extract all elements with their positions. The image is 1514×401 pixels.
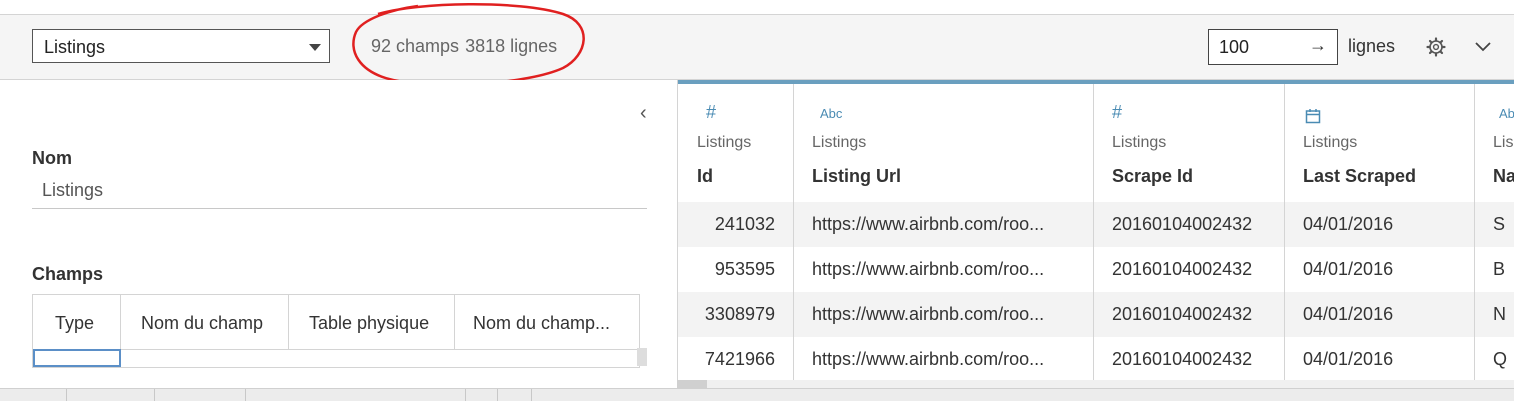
table-cell: B — [1493, 259, 1506, 279]
bottom-tab[interactable] — [245, 389, 466, 401]
scrollbar-thumb[interactable] — [677, 380, 707, 388]
column-name: Na — [1493, 166, 1514, 186]
source-table-select[interactable]: Listings — [32, 29, 330, 63]
column-name: Listing Url — [812, 166, 901, 186]
table-cell: 20160104002432 — [1094, 292, 1284, 337]
table-cell: 241032 — [678, 202, 793, 247]
table-name-field[interactable]: Listings — [32, 174, 647, 209]
table-name-value: Listings — [42, 180, 104, 200]
bottom-tab-bar — [0, 388, 1514, 401]
column-source: Listings — [1303, 134, 1358, 151]
rows-limit-input[interactable]: 100 → — [1208, 29, 1338, 65]
table-cell: 20160104002432 — [1112, 349, 1253, 369]
header-field-name[interactable]: Nom du champ — [121, 295, 289, 349]
column-source: Lis — [1493, 134, 1514, 151]
table-cell: 04/01/2016 — [1285, 292, 1474, 337]
table-cell: S — [1475, 202, 1514, 247]
rows-label: lignes — [1348, 36, 1396, 56]
bottom-tab[interactable] — [154, 389, 246, 401]
fields-table: Type Nom du champ Table physique Nom du … — [32, 294, 640, 368]
table-cell: 20160104002432 — [1112, 259, 1253, 279]
table-cell: 04/01/2016 — [1303, 349, 1394, 369]
column-header[interactable]: Listings Last Scraped — [1285, 84, 1474, 203]
number-type-icon[interactable]: # — [1112, 102, 1122, 123]
table-cell: 04/01/2016 — [1285, 202, 1474, 247]
grid-horizontal-scrollbar[interactable] — [677, 380, 1514, 388]
header-type[interactable]: Type — [33, 295, 121, 349]
header-remote-field-name[interactable]: Nom du champ... — [455, 295, 639, 349]
table-cell: Q — [1493, 349, 1508, 369]
fields-table-scrollbar[interactable] — [637, 348, 647, 366]
number-type-icon[interactable]: # — [706, 102, 716, 123]
name-label: Nom — [32, 148, 72, 168]
column-name: Id — [697, 166, 713, 186]
apply-arrow-icon[interactable]: → — [1309, 35, 1327, 56]
column-name: Scrape Id — [1112, 166, 1194, 186]
table-cell: https://www.airbnb.com/roo... — [794, 292, 1093, 337]
table-cell: 20160104002432 — [1094, 202, 1284, 247]
bottom-tab[interactable] — [465, 389, 498, 401]
string-type-icon[interactable]: Ab — [1499, 106, 1514, 121]
bottom-tab[interactable] — [66, 389, 155, 401]
table-cell: 3308979 — [678, 292, 793, 337]
column-header[interactable]: Abc Listings Listing Url — [794, 84, 1093, 203]
table-cell: https://www.airbnb.com/roo... — [812, 259, 1045, 279]
column-source: Listings — [1112, 134, 1167, 151]
bottom-tab[interactable] — [497, 389, 532, 401]
table-cell: 953595 — [714, 259, 775, 279]
data-grid: # Listings Id 241032 953595 3308979 7421… — [677, 80, 1514, 386]
date-type-icon[interactable] — [1305, 108, 1321, 124]
source-table-value: Listings — [44, 37, 106, 57]
fields-count: 92 champs — [371, 36, 460, 56]
column-name: Last Scraped — [1303, 166, 1417, 186]
column-header[interactable]: Ab Lis Na — [1475, 84, 1514, 203]
column-last-scraped[interactable]: Listings Last Scraped 04/01/2016 04/01/2… — [1285, 84, 1475, 386]
bottom-tab[interactable] — [0, 389, 67, 401]
column-listing-url[interactable]: Abc Listings Listing Url https://www.air… — [794, 84, 1094, 386]
table-cell: N — [1475, 292, 1514, 337]
column-source: Listings — [812, 134, 867, 151]
table-cell: 04/01/2016 — [1303, 259, 1394, 279]
selected-row-cell[interactable] — [33, 349, 121, 367]
fields-label: Champs — [32, 264, 104, 284]
gear-icon[interactable] — [1426, 37, 1446, 57]
column-name-partial[interactable]: Ab Lis Na S B N Q — [1475, 84, 1514, 386]
column-source: Listings — [697, 134, 752, 151]
column-header[interactable]: # Listings Id — [678, 84, 793, 203]
rows-count: 3818 lignes — [465, 36, 558, 56]
top-strip — [0, 0, 1514, 15]
table-cell: https://www.airbnb.com/roo... — [794, 202, 1093, 247]
rows-limit-value: 100 — [1219, 37, 1250, 57]
column-scrape-id[interactable]: # Listings Scrape Id 20160104002432 2016… — [1094, 84, 1285, 386]
data-stats: 92 champs 3818 lignes — [371, 36, 557, 57]
data-source-toolbar: Listings 92 champs 3818 lignes 100 → lign… — [0, 15, 1514, 80]
table-cell: https://www.airbnb.com/roo... — [812, 349, 1045, 369]
column-header[interactable]: # Listings Scrape Id — [1094, 84, 1284, 203]
header-physical-table[interactable]: Table physique — [289, 295, 455, 349]
column-id[interactable]: # Listings Id 241032 953595 3308979 7421… — [678, 84, 794, 386]
collapse-panel-icon[interactable]: ‹ — [640, 102, 647, 125]
table-cell: 7421966 — [704, 349, 775, 369]
chevron-down-icon[interactable] — [1474, 40, 1492, 54]
caret-down-icon — [309, 44, 321, 51]
left-panel: ‹ Nom Listings Champs Type Nom du champ … — [0, 80, 677, 388]
string-type-icon[interactable]: Abc — [820, 106, 842, 121]
